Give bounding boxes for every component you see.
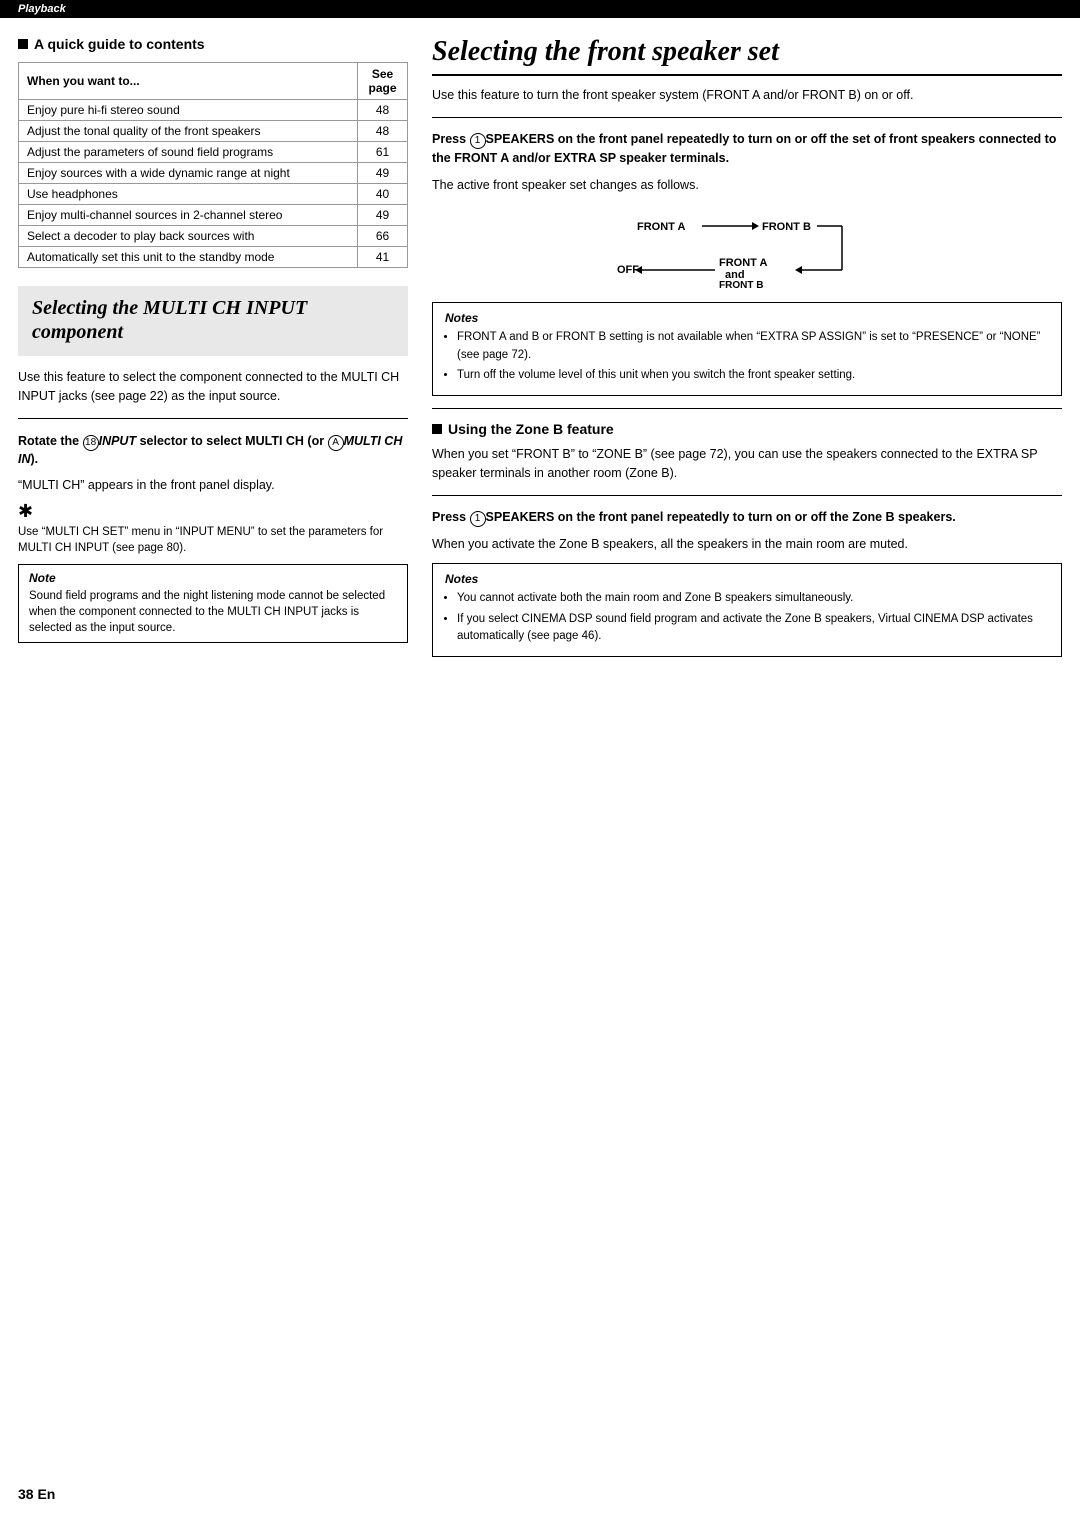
zone-b-body: When you set “FRONT B” to “ZONE B” (see …: [432, 445, 1062, 483]
diagram-svg: FRONT A FRONT B OFF FRONT A and FRONT B: [607, 208, 887, 288]
circle-a: A: [328, 435, 344, 451]
notes-list-2: You cannot activate both the main room a…: [445, 590, 1049, 645]
note-box: Note Sound field programs and the night …: [18, 564, 408, 643]
svg-text:FRONT B: FRONT B: [762, 221, 811, 233]
multi-ch-section-box: Selecting the MULTI CH INPUT component: [18, 286, 408, 356]
right-column: Selecting the front speaker set Use this…: [432, 36, 1062, 667]
multi-ch-body1: Use this feature to select the component…: [18, 368, 408, 406]
press-instruction-2: Press 1SPEAKERS on the front panel repea…: [432, 508, 1062, 527]
table-row: Use headphones40: [19, 184, 408, 205]
row-page: 61: [358, 142, 408, 163]
diagram-area: FRONT A FRONT B OFF FRONT A and FRONT B: [432, 208, 1062, 288]
top-bar-label: Playback: [18, 3, 66, 15]
notes-title-1: Notes: [445, 311, 1049, 325]
multi-ch-subheading: Rotate the 18INPUT selector to select MU…: [18, 433, 408, 469]
quick-guide-title-text: A quick guide to contents: [34, 36, 205, 52]
divider1: [18, 418, 408, 419]
row-page: 41: [358, 247, 408, 268]
list-item: Turn off the volume level of this unit w…: [457, 367, 1049, 384]
page-footer: 38 En: [18, 1486, 55, 1502]
row-page: 49: [358, 205, 408, 226]
left-column: A quick guide to contents When you want …: [18, 36, 408, 667]
extra-sp-bold: EXTRA SP speaker terminals.: [554, 151, 729, 165]
page-number: 38 En: [18, 1486, 55, 1502]
divider4: [432, 495, 1062, 496]
black-square-2: [432, 424, 442, 434]
row-desc: Automatically set this unit to the stand…: [19, 247, 358, 268]
active-text: The active front speaker set changes as …: [432, 176, 1062, 195]
row-desc: Enjoy sources with a wide dynamic range …: [19, 163, 358, 184]
row-page: 66: [358, 226, 408, 247]
list-item: FRONT A and B or FRONT B setting is not …: [457, 329, 1049, 364]
right-intro: Use this feature to turn the front speak…: [432, 86, 1062, 105]
circle-18: 18: [83, 435, 99, 451]
table-row: Enjoy sources with a wide dynamic range …: [19, 163, 408, 184]
row-desc: Adjust the tonal quality of the front sp…: [19, 121, 358, 142]
col2-header: See page: [358, 63, 408, 100]
svg-text:FRONT A: FRONT A: [719, 257, 768, 269]
speakers-bold-2: SPEAKERS: [486, 510, 555, 524]
circle-1-speakers-2: 1: [470, 511, 486, 527]
tip-icon: ✱: [18, 501, 408, 522]
panel-display-text: “MULTI CH” appears in the front panel di…: [18, 476, 408, 495]
row-page: 40: [358, 184, 408, 205]
zone-b-body2: When you activate the Zone B speakers, a…: [432, 535, 1062, 554]
svg-text:FRONT A: FRONT A: [637, 221, 686, 233]
multi-ch-title: Selecting the MULTI CH INPUT component: [32, 296, 394, 344]
table-row: Enjoy multi-channel sources in 2-channel…: [19, 205, 408, 226]
svg-text:FRONT B: FRONT B: [719, 280, 763, 288]
main-title: Selecting the front speaker set: [432, 36, 1062, 76]
row-desc: Select a decoder to play back sources wi…: [19, 226, 358, 247]
quick-guide-heading: A quick guide to contents: [18, 36, 408, 52]
black-square-icon: [18, 39, 28, 49]
row-page: 48: [358, 100, 408, 121]
notes-box-1: Notes FRONT A and B or FRONT B setting i…: [432, 302, 1062, 396]
row-page: 48: [358, 121, 408, 142]
list-item: If you select CINEMA DSP sound field pro…: [457, 611, 1049, 646]
input-label: INPUT: [99, 434, 137, 448]
row-desc: Use headphones: [19, 184, 358, 205]
zone-b-heading: Using the Zone B feature: [432, 421, 1062, 437]
table-row: Select a decoder to play back sources wi…: [19, 226, 408, 247]
speakers-bold: SPEAKERS: [486, 132, 555, 146]
list-item: You cannot activate both the main room a…: [457, 590, 1049, 607]
row-desc: Enjoy pure hi-fi stereo sound: [19, 100, 358, 121]
table-row: Enjoy pure hi-fi stereo sound48: [19, 100, 408, 121]
divider3: [432, 408, 1062, 409]
top-bar: Playback: [0, 0, 1080, 18]
row-page: 49: [358, 163, 408, 184]
notes-box-2: Notes You cannot activate both the main …: [432, 563, 1062, 657]
multi-ch-in-label: MULTI CH IN: [18, 434, 402, 466]
row-desc: Enjoy multi-channel sources in 2-channel…: [19, 205, 358, 226]
note-title: Note: [29, 571, 397, 585]
note-text: Sound field programs and the night liste…: [29, 588, 397, 636]
col1-header: When you want to...: [19, 63, 358, 100]
table-row: Automatically set this unit to the stand…: [19, 247, 408, 268]
table-row: Adjust the parameters of sound field pro…: [19, 142, 408, 163]
row-desc: Adjust the parameters of sound field pro…: [19, 142, 358, 163]
notes-title-2: Notes: [445, 572, 1049, 586]
circle-1-speakers: 1: [470, 133, 486, 149]
press-instruction: Press 1SPEAKERS on the front panel repea…: [432, 130, 1062, 168]
notes-list-1: FRONT A and B or FRONT B setting is not …: [445, 329, 1049, 384]
zone-b-title-text: Using the Zone B feature: [448, 421, 614, 437]
table-row: Adjust the tonal quality of the front sp…: [19, 121, 408, 142]
quick-guide-table: When you want to... See page Enjoy pure …: [18, 62, 408, 268]
tip-text: Use “MULTI CH SET” menu in “INPUT MENU” …: [18, 524, 408, 556]
divider2: [432, 117, 1062, 118]
page: Playback A quick guide to contents When …: [0, 0, 1080, 1526]
